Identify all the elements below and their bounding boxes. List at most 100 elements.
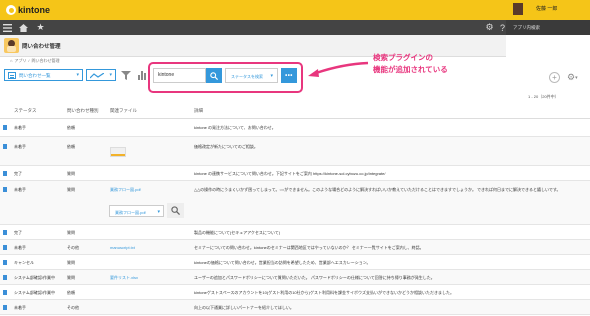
record-detail-icon[interactable] [3,290,7,295]
column-header[interactable]: 詳細 [194,108,203,114]
column-header[interactable]: 問い合わせ種別 [67,108,99,114]
type-cell: 依頼 [67,290,75,295]
detail-cell: 価格改定が新たについてのご相談。 [194,144,258,149]
annotation-line: 機能が追加されている [373,65,448,74]
status-cell: 完了 [14,171,22,176]
record-detail-icon[interactable] [3,245,7,250]
type-cell: 質問 [67,230,75,235]
file-link[interactable]: manuscript.txt [110,245,135,250]
table-row[interactable]: システム部確認/作業中 依頼 kintoneゲストスペースのアカウントを10(ゲ… [0,285,590,300]
status-select-label: ステータスを検索 [231,74,263,79]
detail-cell: 向上の以下通業に詳しいパートナーを紹介してほしい。 [194,305,294,310]
table-row[interactable]: 完了 質問 製品の機能について(セキュアアクセスについて) [0,225,590,240]
logo-mark-icon [6,5,16,15]
table-header: ステータス 問い合わせ種別 関連ファイル 詳細 [0,103,590,119]
annotation-line: 検索プラグインの [373,53,433,62]
detail-cell: kintoneの価格について問い合わせ。営業担当の訪問を希望したため、営業部へエ… [194,260,371,265]
record-detail-icon[interactable] [3,305,7,310]
home-icon[interactable] [18,22,29,33]
global-header: kintone 佐藤 一郎 [0,0,590,20]
status-cell: 未着手 [14,245,26,250]
side-search-panel[interactable]: アプリ内検索 [506,20,590,35]
record-table: ステータス 問い合わせ種別 関連ファイル 詳細 未着手 依頼 kintone の… [0,103,590,315]
breadcrumb-home-icon[interactable]: ⌂ [10,58,12,64]
chevron-down-icon: ▾ [76,72,79,78]
view-select-label: 問い合わせ一覧 [19,73,51,78]
page-title: 問い合わせ管理 [22,44,61,50]
type-cell: 依頼 [67,144,75,149]
status-cell: キャンセル [14,260,34,265]
record-detail-icon[interactable] [3,171,7,176]
column-header[interactable]: ステータス [14,108,37,114]
type-cell: 質問 [67,187,75,192]
view-select[interactable]: 問い合わせ一覧 ▾ [4,69,83,81]
table-row[interactable]: システム部確認/作業中 質問 要件リスト.xlsx ユーザーの追加とパスワードポ… [0,270,590,285]
detail-cell: セミナーについての問い合わせ。kintoneのセミナーは関西地区ではやっていない… [194,245,424,250]
user-name: 佐藤 一郎 [536,6,558,12]
status-cell: 完了 [14,230,22,235]
table-row[interactable]: 未着手 その他 向上の以下通業に詳しいパートナーを紹介してほしい。 [0,300,590,315]
search-button[interactable] [206,68,222,83]
line-chart-icon [90,73,104,79]
record-detail-icon[interactable] [3,187,7,192]
annotation-text: 検索プラグインの 機能が追加されている [373,52,448,76]
status-cell: 未着手 [14,305,26,310]
breadcrumb-item[interactable]: アプリ [14,58,26,64]
star-icon[interactable]: ★ [35,22,46,33]
type-cell: その他 [67,245,79,250]
file-link[interactable]: 要件リスト.xlsx [110,275,138,281]
column-header[interactable]: 関連ファイル [110,108,137,114]
gear-icon[interactable]: ⚙ [484,22,495,33]
record-detail-icon[interactable] [3,144,7,149]
bar-chart-icon[interactable] [138,71,146,80]
table-row[interactable]: 完了 質問 kintone の連携サービスについて問い合わせ。下記サイトをご案内… [0,166,590,181]
chevron-down-icon: ▾ [109,72,112,78]
breadcrumb-separator: / [28,58,30,63]
detail-cell: kintone の連携サービスについて問い合わせ。下記サイトをご案内 https… [194,171,386,176]
app-icon [4,38,19,53]
type-cell: 質問 [67,260,75,265]
more-options-button[interactable]: ••• [281,68,297,83]
detail-cell: △△の操作の時にうまくいかず困ってしまって。○○ができません。このような場合どの… [194,187,561,192]
attachment-thumbnail[interactable] [110,147,126,157]
add-record-button[interactable]: + [549,72,560,83]
avatar [513,3,523,15]
filter-icon[interactable] [121,71,131,80]
breadcrumb: ⌂ アプリ / 問い合わせ管理 [10,58,60,64]
file-link[interactable]: 業務フロー図.pdf [110,187,141,193]
detail-cell: 製品の機能について(セキュアアクセスについて) [194,230,281,235]
table-row[interactable]: 未着手 その他 manuscript.txt セミナーについての問い合わせ。ki… [0,240,590,255]
table-row[interactable]: 未着手 依頼 価格改定が新たについてのご相談。 [0,137,590,166]
search-icon [210,71,218,80]
settings-gear-icon[interactable]: ⚙ ▾ [567,72,579,83]
table-row[interactable]: 未着手 依頼 kintone の発注方法について、お問い合わせ。 [0,119,590,137]
status-cell: システム部確認/作業中 [14,275,55,280]
user-menu[interactable]: 佐藤 一郎 [506,0,590,20]
file-select[interactable]: 業務フロー図.pdf ▾ [109,205,164,217]
type-cell: その他 [67,305,79,310]
breadcrumb-item[interactable]: 問い合わせ管理 [32,58,60,64]
chevron-down-icon: ▾ [157,209,160,215]
chevron-down-icon: ▾ [270,73,273,79]
status-cell: システム部確認/作業中 [14,290,55,295]
record-detail-icon[interactable] [3,230,7,235]
record-detail-icon[interactable] [3,125,7,130]
file-search-button[interactable] [167,203,184,218]
detail-cell: kintone の発注方法について、お問い合わせ。 [194,125,276,130]
record-detail-icon[interactable] [3,260,7,265]
search-icon [171,206,180,215]
detail-cell: ユーザーの追加とパスワードポリシーについて質問いただいた。 パスワードポリシーの… [194,275,435,280]
search-input[interactable]: kintone [153,68,206,83]
record-detail-icon[interactable] [3,275,7,280]
table-row[interactable]: キャンセル 質問 kintoneの価格について問い合わせ。営業担当の訪問を希望し… [0,255,590,270]
side-panel-label: アプリ内検索 [513,25,540,30]
file-select-label: 業務フロー図.pdf [115,210,146,215]
menu-icon[interactable] [2,22,13,33]
status-search-select[interactable]: ステータスを検索 ▾ [225,68,278,83]
graph-select[interactable]: ▾ [86,69,116,81]
kintone-logo[interactable]: kintone [6,4,50,16]
table-row[interactable]: 未着手 質問 業務フロー図.pdf △△の操作の時にうまくいかず困ってしまって。… [0,181,590,225]
list-view-icon [8,72,16,79]
status-cell: 未着手 [14,187,26,192]
type-cell: 質問 [67,275,75,280]
